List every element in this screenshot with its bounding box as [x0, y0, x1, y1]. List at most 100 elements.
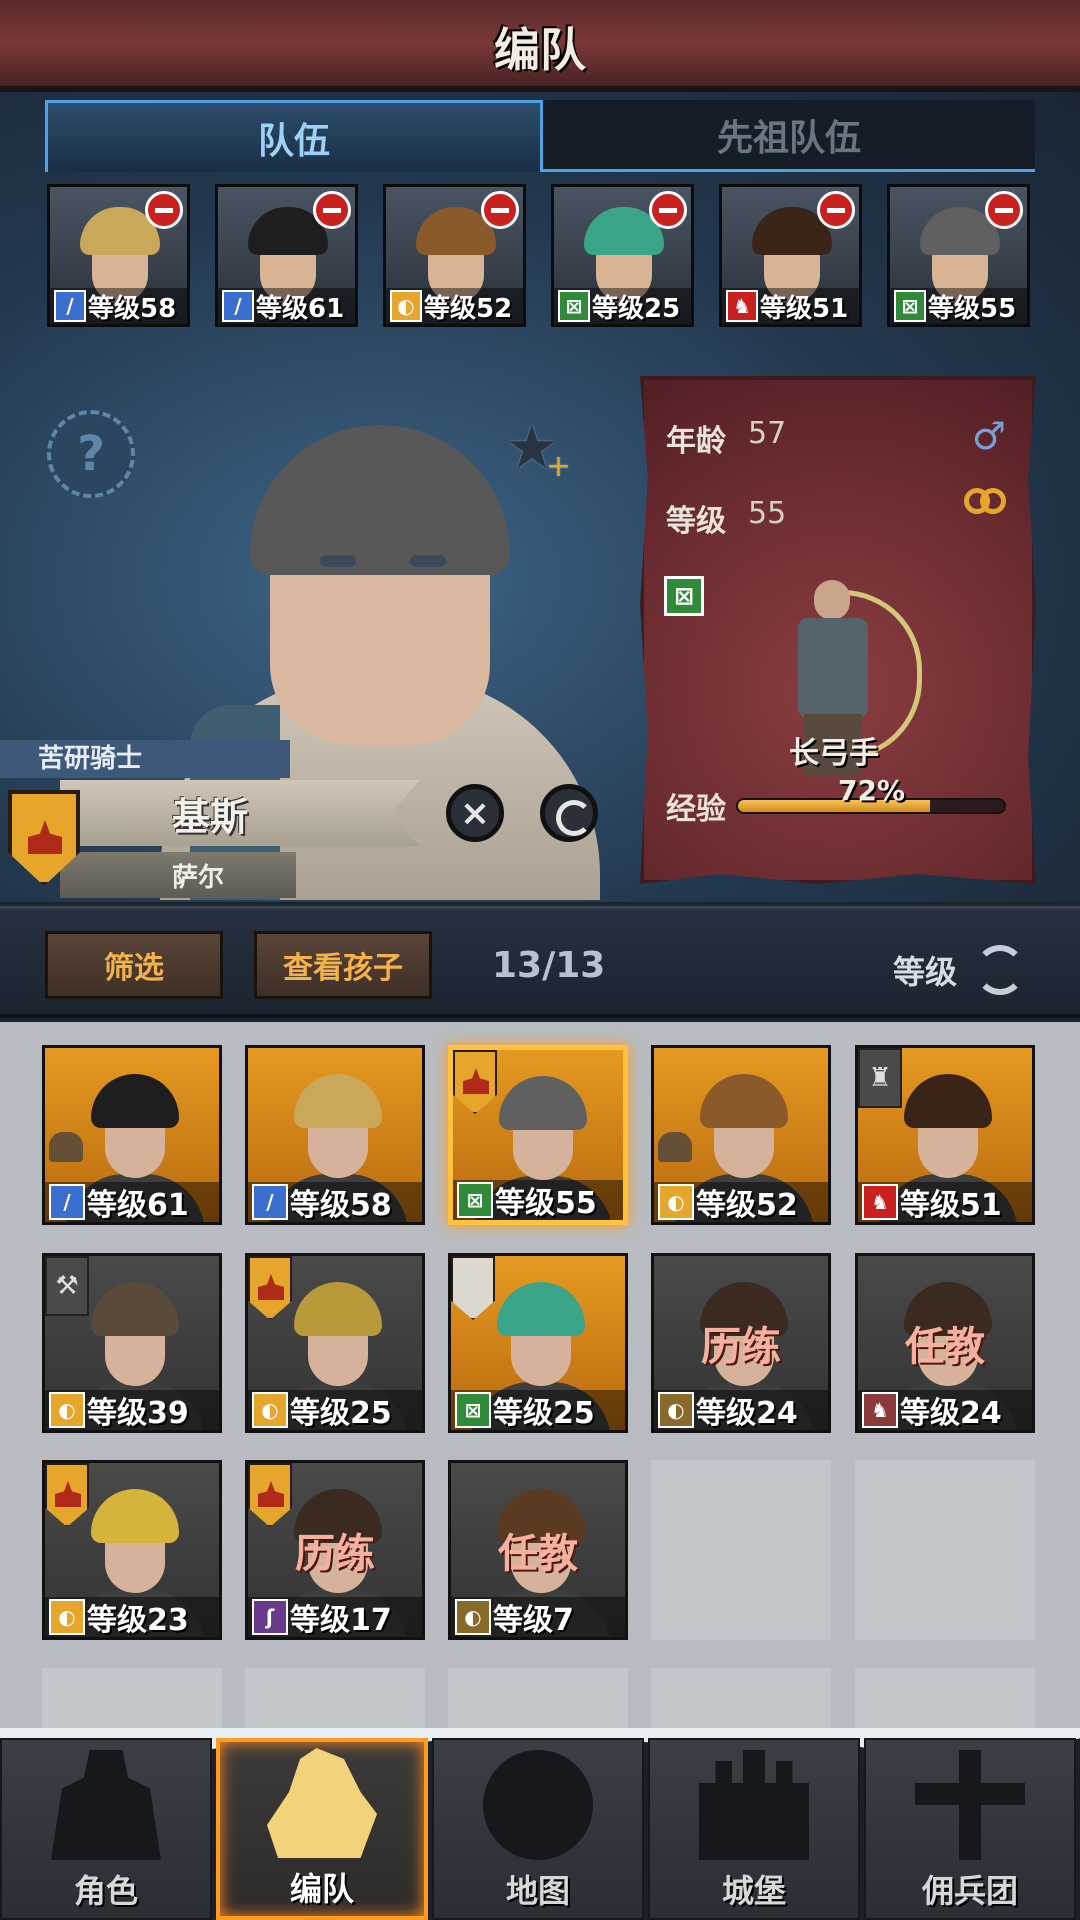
hero-level: 等级51 [900, 1188, 1002, 1223]
hero-level: 等级39 [87, 1396, 189, 1431]
tab-ancestor-team[interactable]: 先祖队伍 [543, 100, 1035, 172]
hero-level-bar: ♞ 等级24 [858, 1390, 1032, 1430]
empty-roster-slot [651, 1668, 831, 1728]
roster-hero-slot[interactable]: ⊠ 等级55 [448, 1045, 628, 1225]
hero-level-bar: ⊠ 等级55 [453, 1180, 623, 1220]
roster-hero-slot[interactable]: ◐ 等级23 [42, 1460, 222, 1640]
hero-name-banner[interactable]: 基斯 [60, 780, 420, 846]
banner-icon [915, 1750, 1025, 1860]
roster-hero-slot[interactable]: ⚒ ◐ 等级39 [42, 1253, 222, 1433]
hero-level-bar: ◐ 等级23 [45, 1597, 219, 1637]
roster-hero-slot[interactable]: ◐ 等级52 [651, 1045, 831, 1225]
shield-icon: ◐ [49, 1392, 85, 1428]
helmet-icon [267, 1748, 377, 1858]
member-level-bar: ♞ 等级51 [722, 288, 859, 324]
roster-hero-slot[interactable]: ⊠ 等级25 [448, 1253, 628, 1433]
remove-member-icon[interactable] [649, 191, 687, 229]
empty-roster-slot [651, 1460, 831, 1640]
member-level: 等级52 [424, 293, 513, 324]
beast-icon: ♞ [862, 1392, 898, 1428]
stats-panel: 年龄 57 ♂ 等级 55 ⊠ 长弓手 经验 72% [640, 376, 1036, 884]
empty-roster-slot [448, 1668, 628, 1728]
roster-hero-slot[interactable]: 任教 ♞ 等级24 [855, 1253, 1035, 1433]
hero-level: 等级25 [493, 1396, 595, 1431]
member-level: 等级51 [760, 293, 849, 324]
hero-level: 等级24 [696, 1396, 798, 1431]
nav-label: 地图 [505, 1872, 570, 1910]
exp-label: 经验 [666, 792, 726, 827]
team-member-slot[interactable]: ⊠ 等级25 [551, 184, 694, 327]
hero-level: 等级17 [290, 1603, 392, 1638]
remove-member-icon[interactable] [313, 191, 351, 229]
remove-member-icon[interactable] [145, 191, 183, 229]
roster-hero-slot[interactable]: 历练 ʃ 等级17 [245, 1460, 425, 1640]
hero-level-bar: ◐ 等级7 [451, 1597, 625, 1637]
age-value: 57 [748, 416, 787, 451]
shield-icon: ◐ [49, 1599, 85, 1635]
member-level: 等级58 [88, 293, 177, 324]
hero-name: 基斯 [171, 794, 248, 839]
hero-status: 任教 [905, 1324, 985, 1370]
rename-icon[interactable] [540, 784, 598, 842]
sort-refresh-icon[interactable] [975, 945, 1025, 995]
hero-level-bar: ʃ 等级17 [248, 1597, 422, 1637]
hero-level: 等级55 [495, 1186, 597, 1221]
roster-hero-slot[interactable]: ♜ ♞ 等级51 [855, 1045, 1035, 1225]
nav-label: 城堡 [721, 1872, 786, 1910]
bow-icon: ⊠ [457, 1182, 493, 1218]
sword-icon: / [54, 290, 86, 322]
nav-label: 角色 [73, 1872, 138, 1910]
exp-row: 经验 72% [666, 774, 1006, 828]
hero-level-bar: / 等级58 [248, 1182, 422, 1222]
roster-hero-slot[interactable]: / 等级61 [42, 1045, 222, 1225]
roster-hero-slot[interactable]: 历练 ◐ 等级24 [651, 1253, 831, 1433]
filter-button[interactable]: 筛选 [45, 931, 223, 999]
remove-member-icon[interactable] [985, 191, 1023, 229]
nav-item-1[interactable]: 编队 [216, 1738, 428, 1920]
beast-icon: ♞ [726, 290, 758, 322]
shield-icon: ◐ [252, 1392, 288, 1428]
roster-grid: / 等级61/等级58 ⊠ 等级55 ◐ 等级52 ♜ ♞ 等级51 ⚒ ◐ 等级39 ◐ 等级25 ⊠ 等级… [0, 1022, 1080, 1728]
sword-icon: / [252, 1184, 288, 1220]
roster-hero-slot[interactable]: 任教 ◐ 等级7 [448, 1460, 628, 1640]
hero-level: 等级23 [87, 1603, 189, 1638]
nav-item-4[interactable]: 佣兵团 [864, 1738, 1076, 1920]
remove-member-icon[interactable] [817, 191, 855, 229]
married-rings-icon[interactable] [964, 488, 1008, 520]
nav-item-3[interactable]: 城堡 [648, 1738, 860, 1920]
member-level-bar: ⊠ 等级25 [554, 288, 691, 324]
age-row: 年龄 57 [666, 416, 786, 460]
team-member-slot[interactable]: ♞ 等级51 [719, 184, 862, 327]
tab-team[interactable]: 队伍 [45, 100, 543, 172]
shield-icon: ◐ [390, 290, 422, 322]
empty-roster-slot [855, 1460, 1035, 1640]
sword-icon: / [49, 1184, 85, 1220]
sword-icon: / [222, 290, 254, 322]
hero-level: 等级24 [900, 1396, 1002, 1431]
view-children-button[interactable]: 查看孩子 [254, 931, 432, 999]
team-member-slot[interactable]: / 等级58 [47, 184, 190, 327]
filter-bar: 筛选 查看孩子 13/13 等级 [0, 906, 1080, 1018]
roster-hero-slot[interactable]: ◐ 等级25 [245, 1253, 425, 1433]
hero-level-bar: ⊠ 等级25 [451, 1390, 625, 1430]
dismiss-icon[interactable]: × [446, 784, 504, 842]
age-label: 年龄 [666, 424, 726, 459]
hero-level: 等级61 [87, 1188, 189, 1223]
roster-count: 13/13 [492, 945, 606, 986]
shield-icon: ◐ [658, 1392, 694, 1428]
class-name: 长弓手 [789, 736, 879, 771]
helmet-icon [49, 1132, 83, 1162]
sort-label[interactable]: 等级 [893, 947, 957, 993]
team-member-slot[interactable]: ◐ 等级52 [383, 184, 526, 327]
nav-item-2[interactable]: 地图 [432, 1738, 644, 1920]
hero-title: 苦研骑士 [0, 740, 290, 778]
team-member-slot[interactable]: ⊠ 等级55 [887, 184, 1030, 327]
hero-house-banner: 萨尔 [60, 852, 296, 898]
help-icon[interactable]: ? [47, 410, 135, 498]
roster-hero-slot[interactable]: / 等级58 [245, 1045, 425, 1225]
tab-bar: 队伍 先祖队伍 [45, 100, 1035, 172]
team-member-slot[interactable]: / 等级61 [215, 184, 358, 327]
nav-item-0[interactable]: 角色 [0, 1738, 212, 1920]
member-level-bar: ⊠ 等级55 [890, 288, 1027, 324]
remove-member-icon[interactable] [481, 191, 519, 229]
